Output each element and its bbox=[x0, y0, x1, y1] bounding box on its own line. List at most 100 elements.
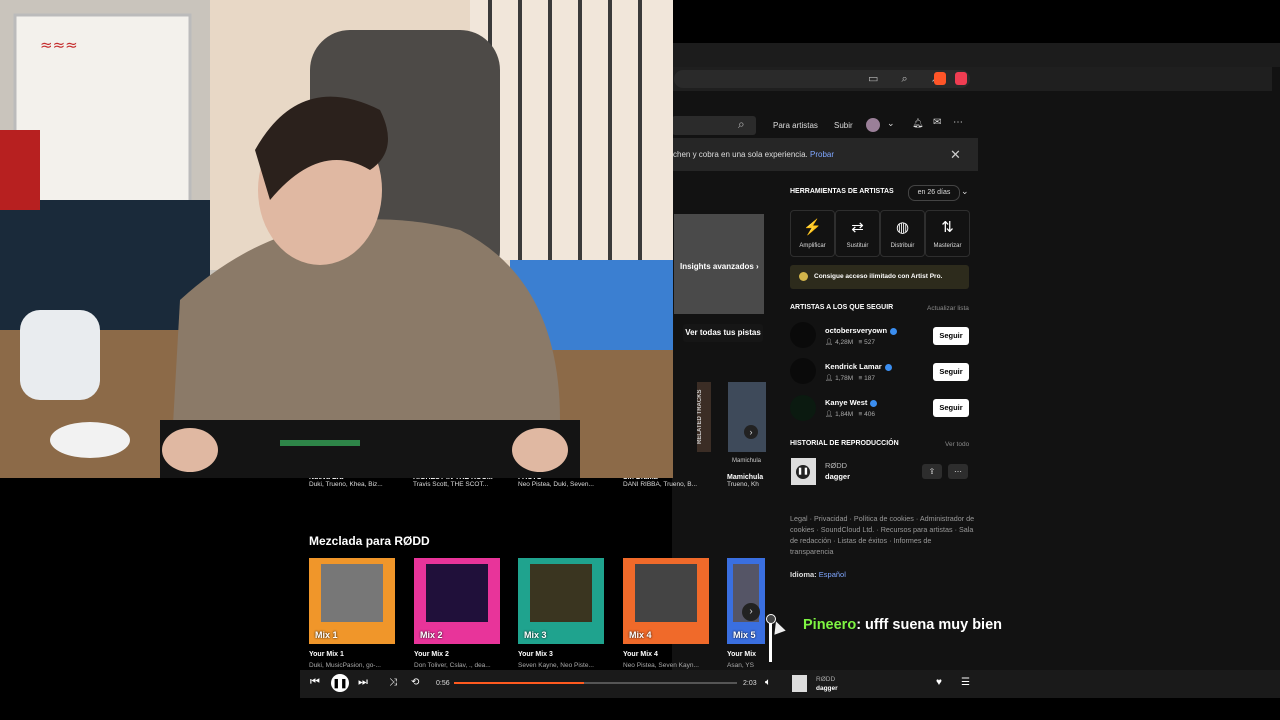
artist-tools-title: HERRAMIENTAS DE ARTISTAS bbox=[790, 188, 894, 195]
browser-tab-strip bbox=[672, 43, 1280, 67]
tool-amplify-button[interactable]: ⚡ Amplificar bbox=[790, 210, 835, 257]
footer-links[interactable]: Legal · Privacidad · Política de cookies… bbox=[790, 513, 975, 557]
follow-button[interactable]: Seguir bbox=[933, 399, 969, 417]
previous-icon[interactable]: ⏮︎ bbox=[310, 676, 320, 689]
mix-label: Mix 1 bbox=[315, 630, 338, 640]
master-icon: ⇅ bbox=[941, 219, 954, 236]
now-playing-track[interactable]: dagger bbox=[816, 685, 838, 692]
queue-icon[interactable]: ☰ bbox=[961, 677, 970, 688]
more-icon[interactable]: ⋯ bbox=[953, 117, 963, 128]
mix-card[interactable]: Mix 2 bbox=[414, 558, 500, 644]
chevron-down-icon[interactable]: ⌄ bbox=[961, 186, 969, 197]
related-track-artwork[interactable] bbox=[728, 382, 766, 452]
upload-link[interactable]: Subir bbox=[834, 121, 853, 130]
history-artist[interactable]: RØDD bbox=[825, 461, 847, 470]
chat-text: : ufff suena muy bien bbox=[856, 617, 1003, 633]
language-selector[interactable]: Idioma: Español bbox=[790, 570, 846, 579]
mix-card[interactable]: Mix 4 bbox=[623, 558, 709, 644]
banner-try-link[interactable]: Probar bbox=[810, 150, 834, 159]
related-tracks-card[interactable]: RELATED TRACKS bbox=[697, 382, 711, 452]
shuffle-icon[interactable]: ⤨ bbox=[389, 677, 397, 688]
pro-icon bbox=[799, 272, 808, 281]
artists-to-follow-title: ARTISTAS A LOS QUE SEGUIR bbox=[790, 304, 894, 311]
artist-stats: 👤︎ 1,84M ≡ 406 bbox=[825, 411, 876, 418]
duration-time: 2:03 bbox=[743, 680, 757, 687]
pause-icon[interactable]: ❚❚ bbox=[796, 465, 810, 479]
mix-section-title: Mezclada para RØDD bbox=[309, 534, 430, 548]
track-card-label[interactable]: Mamichula Trueno, Kh bbox=[727, 474, 763, 488]
share-icon[interactable]: ⇪ bbox=[922, 464, 942, 479]
verified-icon bbox=[890, 327, 898, 335]
chevron-down-icon[interactable]: ⌄ bbox=[887, 118, 895, 129]
brave-rewards-icon[interactable] bbox=[955, 72, 967, 85]
brave-shields-icon[interactable] bbox=[934, 72, 946, 85]
mix-card[interactable]: Mix 3 bbox=[518, 558, 604, 644]
tool-replace-button[interactable]: ⇄ Sustituir bbox=[835, 210, 880, 257]
now-playing-artist[interactable]: RØDD bbox=[816, 676, 835, 683]
pro-text[interactable]: Consigue acceso ilimitado con Artist Pro… bbox=[814, 273, 942, 280]
mix-label: Mix 2 bbox=[420, 630, 443, 640]
mix-title[interactable]: Your Mix 4 bbox=[623, 651, 658, 658]
tool-label: Sustituir bbox=[846, 243, 869, 249]
history-title: HISTORIAL DE REPRODUCCIÓN bbox=[790, 440, 899, 447]
avatar[interactable] bbox=[866, 118, 880, 132]
webcam-scene: ≈≈≈ bbox=[0, 0, 673, 478]
tool-master-button[interactable]: ⇅ Masterizar bbox=[925, 210, 970, 257]
avatar[interactable] bbox=[790, 358, 816, 384]
tool-label: Amplificar bbox=[799, 243, 826, 249]
amplify-icon: ⚡ bbox=[803, 219, 822, 236]
mix-title[interactable]: Your Mix 1 bbox=[309, 651, 344, 658]
artist-name[interactable]: Kendrick Lamar bbox=[825, 362, 892, 371]
volume-icon[interactable]: 🔈︎ bbox=[765, 677, 771, 688]
carousel-next-icon[interactable]: › bbox=[742, 603, 760, 621]
tool-label: Distribuir bbox=[890, 243, 915, 249]
artist-stats: 👤︎ 1,78M ≡ 187 bbox=[825, 375, 876, 382]
artist-name[interactable]: Kanye West bbox=[825, 398, 878, 407]
more-icon[interactable]: ⋯ bbox=[948, 464, 968, 479]
svg-text:≈≈≈: ≈≈≈ bbox=[40, 36, 78, 54]
related-caption: Mamichula bbox=[732, 458, 762, 464]
repeat-icon[interactable]: ⟲ bbox=[411, 677, 419, 688]
like-icon[interactable]: ♥ bbox=[936, 677, 942, 688]
artist-stats: 👤︎ 4,28M ≡ 527 bbox=[825, 339, 876, 346]
bottom-black-bar bbox=[0, 698, 1280, 720]
mix-title[interactable]: Your Mix 3 bbox=[518, 651, 553, 658]
mix-subtitle: Neo Pistea, Seven Kayn... bbox=[623, 662, 699, 669]
mix-artwork bbox=[530, 564, 592, 622]
distribute-icon: ◍ bbox=[895, 219, 910, 236]
mix-artwork bbox=[426, 564, 488, 622]
mix-subtitle: Don Toliver, Cslav, ., dea... bbox=[414, 662, 491, 669]
mix-subtitle: Asan, YS bbox=[727, 662, 754, 669]
replace-icon: ⇄ bbox=[851, 219, 864, 236]
follow-button[interactable]: Seguir bbox=[933, 363, 969, 381]
webcam-overlay: ≈≈≈ bbox=[0, 0, 673, 478]
pause-button[interactable]: ❚❚ bbox=[331, 674, 349, 692]
carousel-next-icon[interactable]: › bbox=[744, 425, 758, 439]
next-icon[interactable]: ⏭︎ bbox=[358, 676, 368, 689]
avatar[interactable] bbox=[790, 322, 816, 348]
mix-title[interactable]: Your Mix 2 bbox=[414, 651, 449, 658]
for-artists-link[interactable]: Para artistas bbox=[773, 121, 818, 130]
artist-name[interactable]: octobersveryown bbox=[825, 326, 898, 335]
view-all-link[interactable]: Ver todo bbox=[945, 441, 969, 448]
history-track[interactable]: dagger bbox=[825, 472, 850, 481]
mix-card[interactable]: Mix 5 bbox=[727, 558, 765, 644]
view-all-tracks-button[interactable]: Ver todas tus pistas bbox=[683, 324, 763, 342]
tool-distribute-button[interactable]: ◍ Distribuir bbox=[880, 210, 925, 257]
messages-icon[interactable]: ✉ bbox=[933, 117, 941, 128]
banner-message: chen y cobra en una sola experiencia. bbox=[673, 150, 808, 159]
search-icon[interactable]: ⌕ bbox=[738, 117, 745, 132]
mix-label: Mix 3 bbox=[524, 630, 547, 640]
now-playing-artwork[interactable] bbox=[792, 675, 807, 692]
mix-title[interactable]: Your Mix bbox=[727, 651, 756, 658]
notifications-icon[interactable]: 🔔︎ bbox=[912, 118, 923, 129]
mix-card[interactable]: Mix 1 bbox=[309, 558, 395, 644]
close-icon[interactable]: ✕ bbox=[950, 147, 961, 163]
avatar[interactable] bbox=[790, 395, 816, 421]
insights-label[interactable]: Insights avanzados › bbox=[680, 262, 759, 271]
elapsed-time: 0:56 bbox=[436, 680, 450, 687]
trial-pill[interactable]: en 26 días bbox=[908, 185, 960, 201]
refresh-list-link[interactable]: Actualizar lista bbox=[927, 305, 969, 312]
progress-fill[interactable] bbox=[454, 682, 584, 684]
follow-button[interactable]: Seguir bbox=[933, 327, 969, 345]
